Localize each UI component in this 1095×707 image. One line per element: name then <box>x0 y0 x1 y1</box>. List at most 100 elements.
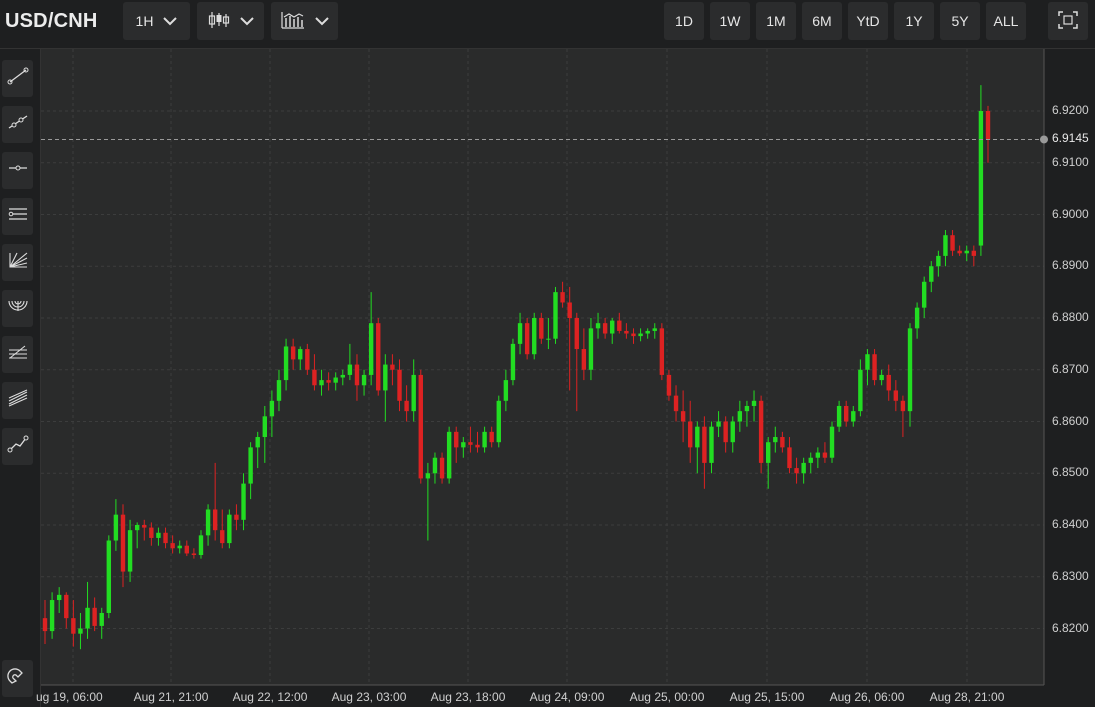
candle <box>142 519 147 541</box>
candle <box>127 519 133 582</box>
candle <box>836 400 842 432</box>
candle <box>432 452 438 484</box>
candle <box>383 354 388 422</box>
candle <box>425 462 431 541</box>
candle <box>312 354 317 391</box>
candle <box>574 312 579 412</box>
candle <box>950 230 955 256</box>
candle <box>581 328 587 381</box>
candle <box>900 395 906 438</box>
candle <box>907 323 913 427</box>
candle <box>808 452 813 474</box>
candle <box>397 359 402 412</box>
candle <box>418 369 423 484</box>
candle <box>283 338 289 391</box>
candle <box>510 338 516 386</box>
y-tick-label: 6.8500 <box>1052 465 1089 480</box>
x-tick-label: Aug 28, 21:00 <box>929 690 1005 704</box>
candle <box>333 372 338 391</box>
candle <box>255 431 260 469</box>
candle <box>638 328 643 342</box>
candle <box>276 369 282 412</box>
candle <box>773 426 778 453</box>
candle <box>688 400 693 463</box>
candle <box>390 354 395 386</box>
candle <box>893 380 899 412</box>
candle <box>957 245 962 256</box>
y-tick-label: 6.8900 <box>1052 258 1089 273</box>
candle <box>517 312 523 355</box>
y-tick-label: 6.9200 <box>1052 103 1089 117</box>
candle <box>659 323 665 381</box>
x-tick-label: ug 19, 06:00 <box>36 690 103 704</box>
last-price-dot <box>1040 135 1048 144</box>
candle <box>496 395 501 448</box>
candle <box>588 318 594 381</box>
candle <box>489 426 494 448</box>
candle <box>411 359 416 422</box>
candle <box>617 312 622 334</box>
candle <box>546 318 551 350</box>
candle <box>85 581 90 639</box>
candle <box>879 369 884 386</box>
candle <box>872 349 877 386</box>
candle <box>787 437 792 474</box>
candle <box>794 457 799 484</box>
y-tick-label: 6.8700 <box>1052 361 1089 376</box>
candle <box>71 600 76 647</box>
candle <box>560 281 565 308</box>
candle <box>723 416 728 453</box>
candle <box>354 354 360 401</box>
candle <box>985 105 991 163</box>
x-tick-label: Aug 23, 03:00 <box>331 690 407 704</box>
candle <box>56 587 62 613</box>
candle <box>595 312 601 339</box>
candle <box>936 250 941 277</box>
candle <box>220 509 225 549</box>
candle <box>524 318 530 360</box>
candle <box>262 405 267 463</box>
candle <box>624 323 629 339</box>
candle <box>205 504 211 546</box>
candle <box>340 369 345 386</box>
candle <box>241 473 246 531</box>
x-tick-label: Aug 25, 15:00 <box>729 690 805 704</box>
candle <box>695 421 700 474</box>
candle <box>92 597 97 632</box>
candle <box>113 499 119 551</box>
candle <box>702 416 707 489</box>
candle <box>503 369 509 412</box>
candle <box>248 442 253 500</box>
candle <box>553 286 558 344</box>
last-price-label: 6.9145 <box>1052 131 1089 146</box>
candle <box>368 292 374 386</box>
x-tick-label: Aug 21, 21:00 <box>133 690 209 704</box>
candle <box>191 548 197 559</box>
candle <box>461 437 466 458</box>
candle <box>744 400 750 427</box>
candle <box>326 372 331 391</box>
candle <box>730 416 735 453</box>
candle <box>298 346 303 370</box>
candle <box>843 400 849 427</box>
candle <box>921 276 927 318</box>
candle <box>227 509 232 549</box>
candle <box>716 411 721 438</box>
candle <box>851 405 856 427</box>
candle <box>631 328 636 344</box>
candle <box>347 343 353 381</box>
candle <box>610 318 615 344</box>
candle <box>184 540 190 557</box>
candle <box>305 343 310 375</box>
y-tick-label: 6.8400 <box>1052 517 1089 531</box>
candle <box>758 395 764 474</box>
candle <box>64 592 69 629</box>
candle <box>78 612 83 650</box>
candle <box>234 504 239 531</box>
y-tick-label: 6.8800 <box>1052 310 1089 324</box>
candle <box>376 318 381 396</box>
candle <box>532 312 537 360</box>
candle <box>290 338 296 370</box>
y-tick-label: 6.8300 <box>1052 568 1089 583</box>
price-chart <box>41 49 1048 686</box>
